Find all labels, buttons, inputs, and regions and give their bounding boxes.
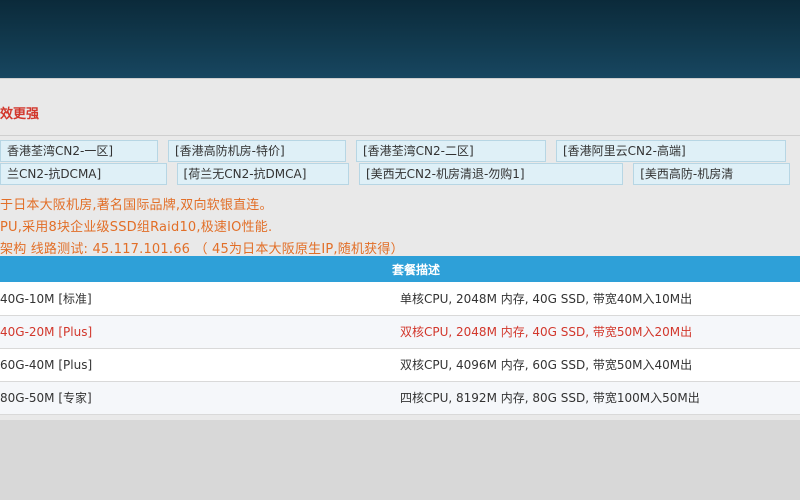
region-tab-hk-tsuen-wan-2[interactable]: [香港荃湾CN2-二区]	[356, 140, 546, 162]
plan-name: 40G-10M [标准]	[0, 282, 400, 316]
table-row[interactable]: 40G-10M [标准] 单核CPU, 2048M 内存, 40G SSD, 带…	[0, 282, 800, 316]
table-header-description: 套餐描述	[0, 256, 800, 282]
divider	[0, 135, 800, 136]
description-line-3: 架构 线路测试: 45.117.101.66 （ 45为日本大阪原生IP,随机获…	[0, 242, 404, 257]
region-tab-hk-tsuen-wan-1[interactable]: 香港荃湾CN2-一区]	[0, 140, 158, 162]
region-tab-us-west-no-cn2[interactable]: [美西无CN2-机房清退-勿购1]	[358, 163, 624, 185]
region-tab-nl-cn2[interactable]: 兰CN2-抗DCMA]	[0, 163, 167, 185]
region-tabs-row-1: 香港荃湾CN2-一区] [香港高防机房-特价] [香港荃湾CN2-二区] [香港…	[0, 140, 800, 162]
table-row[interactable]: 80G-50M [专家] 四核CPU, 8192M 内存, 80G SSD, 带…	[0, 381, 800, 415]
plan-name: 60G-40M [Plus]	[0, 348, 400, 382]
table-row[interactable]: 40G-20M [Plus] 双核CPU, 2048M 内存, 40G SSD,…	[0, 315, 800, 349]
plan-name: 80G-50M [专家]	[0, 381, 400, 415]
description-line-1: 于日本大阪机房,著名国际品牌,双向软银直连。	[0, 198, 273, 213]
region-tab-hk-aliyun[interactable]: [香港阿里云CN2-高端]	[556, 140, 786, 162]
plan-spec: 单核CPU, 2048M 内存, 40G SSD, 带宽40M入10M出	[400, 282, 800, 316]
plan-spec: 双核CPU, 4096M 内存, 60G SSD, 带宽50M入40M出	[400, 348, 800, 382]
plan-spec: 双核CPU, 2048M 内存, 40G SSD, 带宽50M入20M出	[400, 315, 800, 349]
page-footer	[0, 420, 800, 500]
plan-spec: 四核CPU, 8192M 内存, 80G SSD, 带宽100M入50M出	[400, 381, 800, 415]
table-row[interactable]: 60G-40M [Plus] 双核CPU, 4096M 内存, 60G SSD,…	[0, 348, 800, 382]
site-header	[0, 0, 800, 78]
plan-name: 40G-20M [Plus]	[0, 315, 400, 349]
region-tab-us-west-ddos[interactable]: [美西高防-机房清	[633, 163, 790, 185]
description-line-2: PU,采用8块企业级SSD组Raid10,极速IO性能.	[0, 220, 273, 235]
table-header-row: 套餐描述	[0, 256, 800, 282]
plans-table: 套餐描述 40G-10M [标准] 单核CPU, 2048M 内存, 40G S…	[0, 256, 800, 415]
region-tabs-row-2: 兰CN2-抗DCMA] [荷兰无CN2-抗DMCA] [美西无CN2-机房清退-…	[0, 163, 800, 185]
panel-title: 效更强	[0, 107, 40, 122]
region-tab-nl-no-cn2[interactable]: [荷兰无CN2-抗DMCA]	[176, 163, 349, 185]
region-tab-hk-ddos[interactable]: [香港高防机房-特价]	[168, 140, 346, 162]
